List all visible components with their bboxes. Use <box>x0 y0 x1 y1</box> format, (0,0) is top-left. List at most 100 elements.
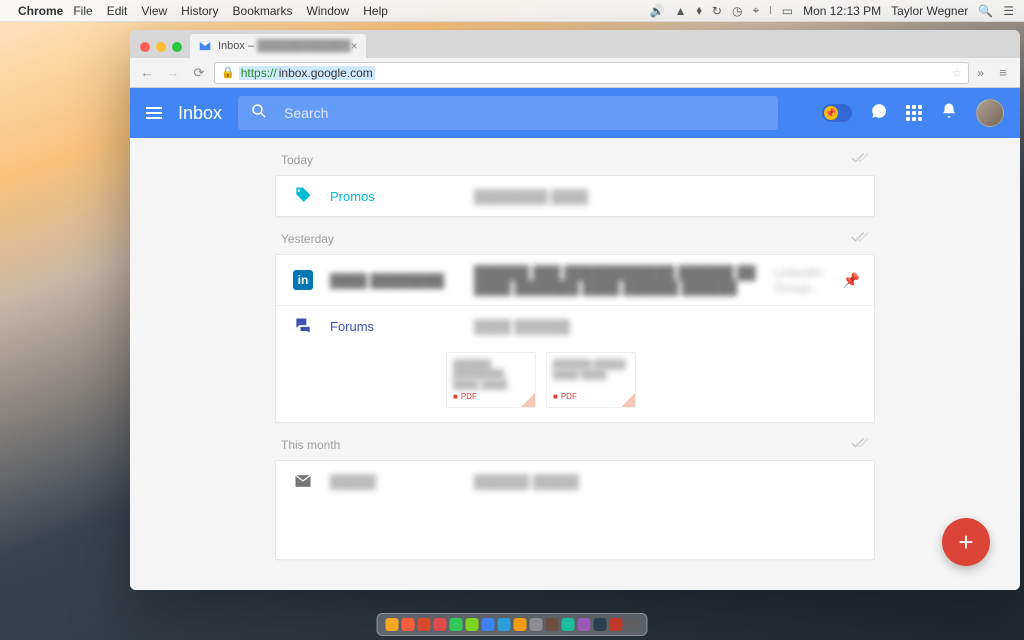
attachment-2[interactable]: ██████ █████ ████ ████ ■ PDF <box>546 352 636 408</box>
dock-app-icon[interactable] <box>578 618 591 631</box>
linkedin-source: LinkedIn Group… <box>774 265 829 295</box>
extensions-overflow-icon[interactable]: » <box>973 66 988 80</box>
url-host: inbox.google.com <box>279 66 375 80</box>
dock-app-icon[interactable] <box>562 618 575 631</box>
menu-bookmarks[interactable]: Bookmarks <box>233 4 293 18</box>
menu-edit[interactable]: Edit <box>107 4 128 18</box>
envelope-icon <box>290 471 316 491</box>
message-linkedin[interactable]: in ████ ████████ ██████ ███ ████████████… <box>276 255 874 306</box>
dock-app-icon[interactable] <box>498 618 511 631</box>
forums-icon <box>290 316 316 336</box>
forums-label: Forums <box>330 319 460 334</box>
bluetooth-icon[interactable]: ⌖ <box>752 3 759 18</box>
compose-fab[interactable]: + <box>942 518 990 566</box>
message-generic[interactable]: █████ ██████ █████ <box>276 461 874 501</box>
dock-app-icon[interactable] <box>466 618 479 631</box>
section-yesterday-label: Yesterday <box>281 232 334 246</box>
forward-button[interactable]: → <box>162 65 184 80</box>
search-bar[interactable] <box>238 96 778 130</box>
dropbox-icon[interactable]: ⬧ <box>697 3 702 18</box>
macos-menubar: Chrome File Edit View History Bookmarks … <box>0 0 1024 22</box>
menubar-app[interactable]: Chrome <box>18 4 63 18</box>
menu-icon[interactable] <box>146 107 162 119</box>
search-icon <box>250 102 268 125</box>
search-input[interactable] <box>282 104 766 122</box>
yesterday-card: in ████ ████████ ██████ ███ ████████████… <box>275 254 875 423</box>
section-this-month: This month <box>275 423 875 460</box>
dock-app-icon[interactable] <box>546 618 559 631</box>
attachment-2-title: ██████ █████ <box>553 359 629 369</box>
google-apps-icon[interactable] <box>906 105 922 121</box>
page-curl-icon <box>621 393 635 407</box>
sweep-today-icon[interactable] <box>851 152 869 167</box>
macos-dock[interactable] <box>377 613 648 636</box>
toolbar: ← → ⟳ 🔒 https://inbox.google.com ☆ » ≡ <box>130 58 1020 88</box>
dock-app-icon[interactable] <box>450 618 463 631</box>
section-yesterday: Yesterday <box>275 217 875 254</box>
dock-app-icon[interactable] <box>514 618 527 631</box>
linkedin-subject: ██████ ███ ████████████ ██████ ██ ████ █… <box>474 265 768 295</box>
account-avatar[interactable] <box>976 99 1004 127</box>
cloud-icon[interactable]: ▲ <box>675 4 687 18</box>
attachment-1[interactable]: ██████ ████████ ████-████… ■ PDF <box>446 352 536 408</box>
dock-app-icon[interactable] <box>594 618 607 631</box>
chrome-menu-icon[interactable]: ≡ <box>992 65 1014 80</box>
minimize-window-icon[interactable] <box>156 42 166 52</box>
zoom-window-icon[interactable] <box>172 42 182 52</box>
dock-app-icon[interactable] <box>402 618 415 631</box>
chat-icon[interactable] <box>870 102 888 125</box>
menubar-user[interactable]: Taylor Wegner <box>891 4 968 18</box>
bundle-forums[interactable]: Forums ████ ██████ <box>276 306 874 346</box>
dock-app-icon[interactable] <box>386 618 399 631</box>
battery-icon[interactable]: ▭ <box>782 4 793 18</box>
dock-app-icon[interactable] <box>610 618 623 631</box>
linkedin-icon: in <box>290 270 316 290</box>
tab-strip: Inbox – ████████████ × <box>130 30 1020 58</box>
dock-app-icon[interactable] <box>530 618 543 631</box>
bundle-promos[interactable]: Promos ████████ ████ <box>276 176 874 216</box>
dock-app-icon[interactable] <box>434 618 447 631</box>
sweep-yesterday-icon[interactable] <box>851 231 869 246</box>
volume-icon[interactable]: 🔊 <box>650 4 665 18</box>
linkedin-sender: ████ ████████ <box>330 273 460 288</box>
tab-close-icon[interactable]: × <box>351 39 358 53</box>
reload-button[interactable]: ⟳ <box>188 65 210 81</box>
promos-label: Promos <box>330 189 460 204</box>
menu-file[interactable]: File <box>73 4 92 18</box>
today-card: Promos ████████ ████ <box>275 175 875 217</box>
sweep-month-icon[interactable] <box>851 437 869 452</box>
pinned-toggle[interactable]: 📌 <box>822 104 852 122</box>
menu-window[interactable]: Window <box>307 4 350 18</box>
lock-icon: 🔒 <box>221 66 235 79</box>
dock-app-icon[interactable] <box>418 618 431 631</box>
inbox-app: Inbox 📌 <box>130 88 1020 590</box>
browser-tab[interactable]: Inbox – ████████████ × <box>190 34 366 58</box>
notifications-icon[interactable] <box>940 102 958 125</box>
pin-icon: 📌 <box>824 106 838 120</box>
menu-history[interactable]: History <box>181 4 218 18</box>
pin-indicator-icon[interactable]: 📌 <box>843 272 860 289</box>
menu-view[interactable]: View <box>141 4 167 18</box>
bookmark-star-icon[interactable]: ☆ <box>952 66 963 80</box>
address-bar[interactable]: 🔒 https://inbox.google.com ☆ <box>214 62 969 84</box>
attachment-1-type: ■ PDF <box>453 392 529 401</box>
section-today-label: Today <box>281 153 313 167</box>
chrome-window: Inbox – ████████████ × ← → ⟳ 🔒 https://i… <box>130 30 1020 590</box>
tab-title-redacted: ████████████ <box>257 40 351 52</box>
clock-icon[interactable]: ◷ <box>732 4 742 18</box>
spotlight-icon[interactable]: 🔍 <box>978 4 993 18</box>
back-button[interactable]: ← <box>136 65 158 80</box>
attachment-2-type: ■ PDF <box>553 392 629 401</box>
wifi-icon[interactable]: ⧙ <box>769 3 772 18</box>
menu-help[interactable]: Help <box>363 4 388 18</box>
tab-title: Inbox – <box>218 40 254 52</box>
dock-app-icon[interactable] <box>626 618 639 631</box>
close-window-icon[interactable] <box>140 42 150 52</box>
forums-attachments: ██████ ████████ ████-████… ■ PDF ██████ … <box>276 346 874 422</box>
dock-app-icon[interactable] <box>482 618 495 631</box>
sync-icon[interactable]: ↻ <box>712 4 722 18</box>
menubar-clock[interactable]: Mon 12:13 PM <box>803 4 881 18</box>
notification-center-icon[interactable]: ☰ <box>1003 4 1014 18</box>
attachment-2-sub: ████ ████ <box>553 369 629 379</box>
attachment-1-title: ██████ ████████ <box>453 359 529 379</box>
